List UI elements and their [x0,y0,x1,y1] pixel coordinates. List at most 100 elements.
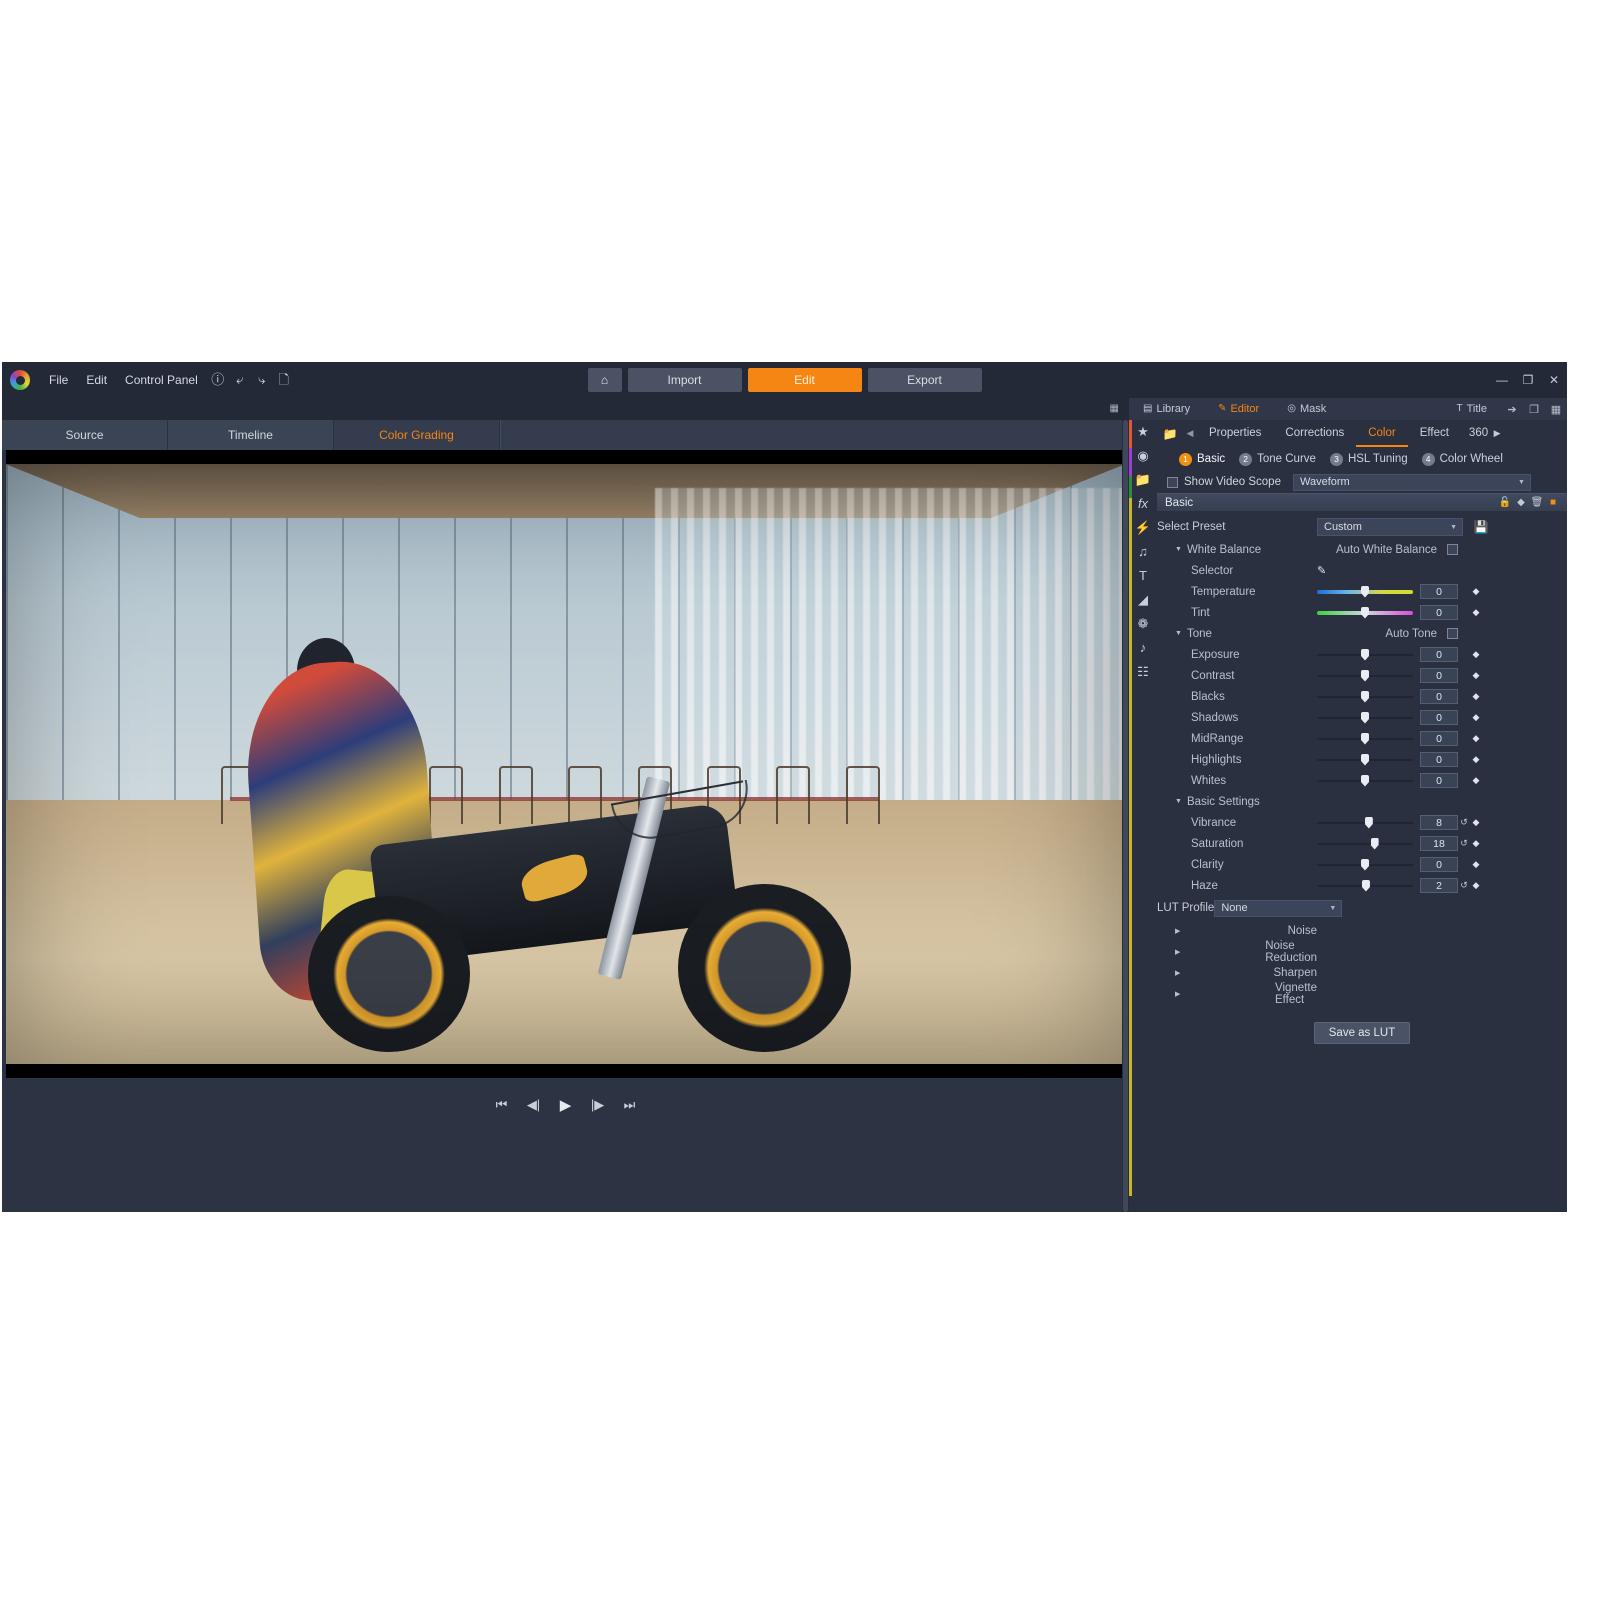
step-color-wheel[interactable]: 4 Color Wheel [1421,452,1503,466]
music-note-icon[interactable]: ♫ [1138,544,1148,559]
undo-icon[interactable]: ⤶ [229,362,251,398]
save-as-lut-button[interactable]: Save as LUT [1314,1022,1410,1044]
grid-icon[interactable]: ▦ [1110,403,1119,414]
delete-trash-icon[interactable]: 🗑 [1529,497,1545,508]
show-video-scope-checkbox[interactable] [1167,476,1178,488]
group-vignette-effect[interactable]: ▶ Vignette Effect [1157,982,1567,1006]
panel-layout-icon[interactable]: ❐ [1523,403,1545,416]
lut-profile-dropdown[interactable]: None ▼ [1214,899,1343,917]
tab-color-grading[interactable]: Color Grading [334,420,500,450]
saturation-value[interactable]: 18 [1420,836,1458,851]
vibrance-slider[interactable] [1317,816,1413,829]
menu-edit[interactable]: Edit [77,362,116,398]
step-hsl-tuning[interactable]: 3 HSL Tuning [1329,452,1408,466]
tab-editor[interactable]: ✎ Editor [1204,398,1273,420]
skip-end-icon[interactable]: ⏭ [621,1097,639,1113]
vibrance-keyframe-icon[interactable]: ◆ [1470,817,1482,828]
step-tone-curve[interactable]: 2 Tone Curve [1239,452,1316,466]
contrast-value[interactable]: 0 [1420,668,1458,683]
nav-import-button[interactable]: Import [627,368,742,392]
haze-slider[interactable] [1317,879,1413,892]
midrange-value[interactable]: 0 [1420,731,1458,746]
tab-library[interactable]: ▤ Library [1129,398,1204,420]
vibrance-value[interactable]: 8 [1420,815,1458,830]
nav-edit-button[interactable]: Edit [747,368,862,392]
keyframe-icon[interactable]: ◆ [1513,497,1529,508]
blacks-keyframe-icon[interactable]: ◆ [1470,691,1482,702]
redo-icon[interactable]: ⤷ [251,362,273,398]
vibrance-reset-icon[interactable]: ↺ [1458,817,1470,828]
folder-icon[interactable]: 📁 [1157,427,1183,441]
auto-white-balance-checkbox[interactable] [1447,544,1458,555]
keyboard-icon[interactable]: ☷ [1137,664,1149,679]
home-button[interactable]: ⌂ [587,368,622,392]
step-forward-icon[interactable]: |▶ [589,1097,607,1113]
temperature-slider[interactable] [1317,585,1413,598]
text-T-icon[interactable]: T [1139,568,1147,583]
midrange-slider[interactable] [1317,732,1413,745]
shadows-value[interactable]: 0 [1420,710,1458,725]
contrast-slider[interactable] [1317,669,1413,682]
haze-keyframe-icon[interactable]: ◆ [1470,880,1482,891]
video-scope-select[interactable]: Waveform ▼ [1292,473,1531,491]
tab-mask[interactable]: ◎ Mask [1273,398,1340,420]
tint-keyframe-icon[interactable]: ◆ [1470,607,1482,618]
overlay-icon[interactable]: ◢ [1138,592,1148,607]
tab-timeline[interactable]: Timeline [168,420,334,450]
document-icon[interactable]: 🗋 [273,362,295,398]
close-icon[interactable]: ✕ [1541,362,1567,398]
transition-bolt-icon[interactable]: ⚡ [1135,520,1151,535]
nav-export-button[interactable]: Export [867,368,982,392]
clarity-value[interactable]: 0 [1420,857,1458,872]
tint-value[interactable]: 0 [1420,605,1458,620]
layers-icon[interactable]: ❁ [1138,616,1149,631]
temperature-keyframe-icon[interactable]: ◆ [1470,586,1482,597]
saturation-keyframe-icon[interactable]: ◆ [1470,838,1482,849]
whites-keyframe-icon[interactable]: ◆ [1470,775,1482,786]
step-basic[interactable]: 1 Basic [1179,452,1225,466]
sticker-icon[interactable]: ♪ [1140,640,1147,655]
folder-media-icon[interactable]: 📁 [1135,472,1151,487]
maximize-icon[interactable]: ❐ [1515,362,1541,398]
film-reel-icon[interactable]: ◉ [1137,448,1148,463]
select-preset-dropdown[interactable]: Custom ▼ [1317,518,1463,536]
highlights-value[interactable]: 0 [1420,752,1458,767]
blacks-slider[interactable] [1317,690,1413,703]
highlights-keyframe-icon[interactable]: ◆ [1470,754,1482,765]
breadcrumb-prev-icon[interactable]: ◀ [1183,428,1197,439]
saturation-slider[interactable] [1317,837,1413,850]
group-tone[interactable]: ▼ Tone Auto Tone [1157,623,1567,644]
clarity-keyframe-icon[interactable]: ◆ [1470,859,1482,870]
play-icon[interactable]: ▶ [557,1096,575,1114]
menu-file[interactable]: File [40,362,77,398]
saturation-reset-icon[interactable]: ↺ [1458,838,1470,849]
exposure-keyframe-icon[interactable]: ◆ [1470,649,1482,660]
group-sharpen[interactable]: ▶ Sharpen [1157,962,1567,983]
shadows-slider[interactable] [1317,711,1413,724]
effects-layers-icon[interactable]: ★ [1137,424,1149,439]
midrange-keyframe-icon[interactable]: ◆ [1470,733,1482,744]
clarity-slider[interactable] [1317,858,1413,871]
menu-control-panel[interactable]: Control Panel [116,362,207,398]
group-noise[interactable]: ▶ Noise [1157,920,1567,941]
temperature-value[interactable]: 0 [1420,584,1458,599]
whites-value[interactable]: 0 [1420,773,1458,788]
group-basic-settings[interactable]: ▼ Basic Settings [1157,791,1567,812]
shadows-keyframe-icon[interactable]: ◆ [1470,712,1482,723]
group-noise-reduction[interactable]: ▶ Noise Reduction [1157,940,1567,964]
haze-reset-icon[interactable]: ↺ [1458,880,1470,891]
eyedropper-icon[interactable]: ✎ [1317,564,1326,577]
breadcrumb-color[interactable]: Color [1356,420,1408,447]
tab-title[interactable]: T Title [1443,398,1501,420]
step-back-icon[interactable]: ◀| [525,1097,543,1113]
minimize-icon[interactable]: — [1489,362,1515,398]
exposure-slider[interactable] [1317,648,1413,661]
breadcrumb-properties[interactable]: Properties [1197,420,1273,447]
breadcrumb-effect[interactable]: Effect [1408,420,1461,447]
fx-icon[interactable]: fx [1138,496,1148,511]
skip-start-icon[interactable]: ⏮ [493,1097,511,1113]
breadcrumb-next-icon[interactable]: ▶ [1490,428,1504,439]
haze-value[interactable]: 2 [1420,878,1458,893]
preview-scrollbar[interactable] [1122,420,1129,1212]
contrast-keyframe-icon[interactable]: ◆ [1470,670,1482,681]
